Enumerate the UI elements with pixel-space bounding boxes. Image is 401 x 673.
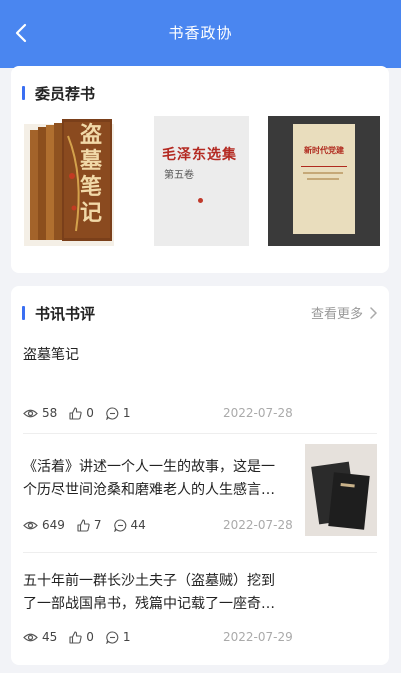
reviews-title: 书讯书评 [35, 305, 96, 323]
post-title-line: 了一部战国帛书，残篇中记载了一座奇… [23, 596, 275, 612]
comments-count[interactable]: 1 [106, 406, 131, 420]
cover-decor [303, 172, 343, 174]
likes-count[interactable]: 0 [69, 630, 94, 644]
post-thumbnail [305, 444, 377, 536]
comment-icon [106, 630, 119, 644]
divider [23, 433, 377, 434]
comment-icon [113, 518, 126, 532]
book-cover-title: 新时代党建 [304, 146, 344, 155]
likes-value: 0 [86, 406, 94, 420]
post-meta: 45 0 1 [23, 629, 143, 645]
book-cover-title: 盗墓笔记 [80, 122, 103, 226]
comments-value: 1 [122, 406, 131, 420]
comments-value: 44 [130, 518, 146, 532]
reviews-header: 书讯书评 查看更多 [11, 303, 389, 323]
book-cover-maoxuan[interactable]: 毛泽东选集 第五卷 [154, 116, 249, 246]
recommend-title: 委员荐书 [35, 85, 96, 103]
post-date: 2022-07-28 [223, 406, 293, 420]
post-meta: 58 0 1 [23, 405, 143, 421]
post-title-line: 个历尽世间沧桑和磨难老人的人生感言… [23, 482, 275, 498]
list-item[interactable]: 盗墓笔记 58 0 1 2022-07-28 [11, 341, 389, 421]
section-bar [22, 86, 25, 100]
views-count: 45 [23, 630, 57, 644]
book-cover-dot [198, 198, 203, 203]
book-cover-daomu[interactable]: 盗墓笔记 [24, 116, 114, 246]
book-cover-title: 毛泽东选集 [162, 147, 237, 163]
comments-count[interactable]: 44 [113, 518, 146, 532]
book-list: 盗墓笔记 毛泽东选集 第五卷 新时代党建 [11, 116, 389, 246]
views-value: 45 [42, 630, 58, 644]
page-title: 书香政协 [168, 24, 233, 42]
eye-icon [23, 633, 38, 641]
cover-rule [301, 166, 347, 167]
cover-decor [307, 178, 339, 180]
reviews-card: 书讯书评 查看更多 盗墓笔记 58 0 1 2022-07-28 《活着》讲述一… [11, 286, 389, 665]
book-cover-face: 新时代党建 [293, 124, 355, 234]
thumbs-up-icon [77, 518, 90, 532]
post-title-line: 五十年前一群长沙土夫子（盗墓贼）挖到 [23, 573, 275, 589]
book-cover-dangjian[interactable]: 新时代党建 [268, 116, 380, 246]
post-meta: 649 7 44 [23, 517, 158, 533]
comments-count[interactable]: 1 [106, 630, 131, 644]
likes-count[interactable]: 7 [77, 518, 102, 532]
app-header: 书香政协 [0, 0, 401, 68]
likes-value: 7 [93, 518, 102, 532]
views-value: 649 [42, 518, 65, 532]
list-item[interactable]: 五十年前一群长沙土夫子（盗墓贼）挖到 了一部战国帛书，残篇中记载了一座奇… 45… [11, 562, 389, 662]
view-more-label: 查看更多 [310, 307, 363, 322]
post-title: 《活着》讲述一个人一生的故事，这是一 个历尽世间沧桑和磨难老人的人生感言… [23, 456, 295, 502]
list-item[interactable]: 《活着》讲述一个人一生的故事，这是一 个历尽世间沧桑和磨难老人的人生感言… 64… [11, 444, 389, 544]
section-bar [22, 306, 25, 320]
recommend-header: 委员荐书 [11, 83, 389, 103]
divider [23, 552, 377, 553]
post-title: 盗墓笔记 [23, 347, 79, 363]
post-date: 2022-07-28 [223, 518, 293, 532]
comment-icon [106, 406, 119, 420]
thumbs-up-icon [69, 406, 82, 420]
chevron-right-icon [370, 306, 377, 319]
post-title: 五十年前一群长沙土夫子（盗墓贼）挖到 了一部战国帛书，残篇中记载了一座奇… [23, 570, 379, 616]
likes-value: 0 [86, 630, 94, 644]
likes-count[interactable]: 0 [69, 406, 94, 420]
post-date: 2022-07-29 [223, 630, 293, 644]
views-count: 649 [23, 518, 65, 532]
thumbs-up-icon [69, 630, 82, 644]
eye-icon [23, 521, 38, 529]
eye-icon [23, 409, 38, 417]
book-cover-subtitle: 第五卷 [164, 170, 194, 181]
views-count: 58 [23, 406, 57, 420]
post-title-line: 《活着》讲述一个人一生的故事，这是一 [23, 459, 275, 475]
comments-value: 1 [122, 630, 131, 644]
view-more-link[interactable]: 查看更多 [311, 303, 377, 322]
views-value: 58 [42, 406, 58, 420]
recommend-card: 委员荐书 盗墓笔记 毛泽东选集 第五卷 新时代党建 [11, 66, 389, 273]
